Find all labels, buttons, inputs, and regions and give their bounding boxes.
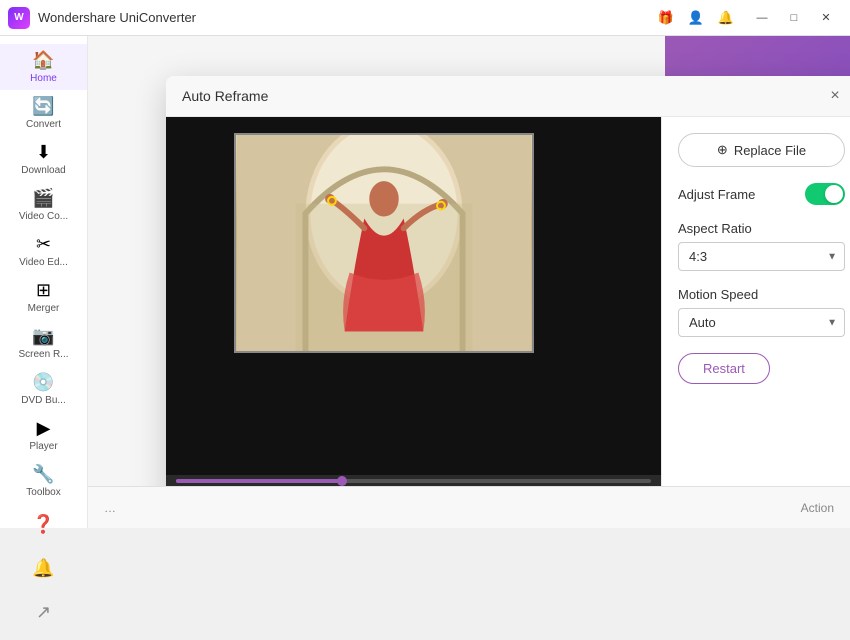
- bottom-action-area: …: [104, 501, 116, 515]
- content-area: n DVDs 💿 Open Open Export Open Auto Refr…: [88, 36, 850, 528]
- aspect-ratio-select[interactable]: 4:3 16:9 1:1 9:16 21:9: [678, 242, 845, 271]
- user-icon[interactable]: 👤: [686, 8, 706, 28]
- adjust-frame-toggle[interactable]: [805, 183, 845, 205]
- replace-file-icon: ⊕: [717, 142, 728, 158]
- replace-file-button[interactable]: ⊕ Replace File: [678, 133, 845, 167]
- close-button[interactable]: ✕: [810, 4, 842, 32]
- merger-icon: ⊞: [36, 280, 51, 301]
- toolbox-icon: 🔧: [32, 464, 54, 485]
- auto-reframe-dialog: Auto Reframe ×: [166, 76, 850, 516]
- progress-fill: [176, 479, 342, 483]
- arch-svg: [236, 135, 532, 351]
- dialog-title: Auto Reframe: [182, 88, 268, 104]
- minimize-button[interactable]: —: [746, 4, 778, 32]
- dvd-burn-icon: 💿: [32, 372, 54, 393]
- logo-char: W: [14, 12, 23, 23]
- motion-speed-row: Motion Speed Auto Slow Normal Fast ▼: [678, 287, 845, 337]
- convert-icon: 🔄: [32, 96, 54, 117]
- download-icon: ⬇: [36, 142, 51, 163]
- maximize-button[interactable]: □: [778, 4, 810, 32]
- sidebar-item-video-comp[interactable]: 🎬 Video Co...: [0, 182, 87, 228]
- titlebar-action-icons: 🎁 👤 🔔 — □ ✕: [656, 4, 842, 32]
- sidebar-item-convert[interactable]: 🔄 Convert: [0, 90, 87, 136]
- sidebar-item-label: Home: [4, 73, 84, 84]
- sidebar-item-label: Video Ed...: [4, 257, 84, 268]
- sidebar-item-dvd-burn[interactable]: 💿 DVD Bu...: [0, 366, 87, 412]
- bottom-right-actions: Action: [801, 501, 834, 515]
- notification-icon[interactable]: 🔔: [24, 548, 64, 588]
- motion-speed-select-wrap: Auto Slow Normal Fast ▼: [678, 308, 845, 337]
- sidebar-bottom: ❓ 🔔 ↗: [24, 504, 64, 640]
- aspect-ratio-row: Aspect Ratio 4:3 16:9 1:1 9:16 21:9 ▼: [678, 221, 845, 271]
- adjust-frame-toggle-row: Adjust Frame: [678, 183, 845, 205]
- video-frame: [234, 133, 534, 353]
- home-icon: 🏠: [32, 50, 54, 71]
- sidebar-item-label: DVD Bu...: [4, 395, 84, 406]
- dialog-titlebar: Auto Reframe ×: [166, 76, 850, 117]
- sidebar-item-label: Toolbox: [4, 487, 84, 498]
- bell-icon[interactable]: 🔔: [716, 8, 736, 28]
- gift-icon[interactable]: 🎁: [656, 8, 676, 28]
- share-icon[interactable]: ↗: [24, 592, 64, 632]
- bottom-label: …: [104, 501, 116, 515]
- app-logo: W: [8, 7, 30, 29]
- sidebar-item-label: Convert: [4, 119, 84, 130]
- video-comp-icon: 🎬: [32, 188, 54, 209]
- question-icon[interactable]: ❓: [24, 504, 64, 544]
- sidebar-item-home[interactable]: 🏠 Home: [0, 44, 87, 90]
- aspect-ratio-label: Aspect Ratio: [678, 221, 845, 236]
- screen-rec-icon: 📷: [32, 326, 54, 347]
- restart-button[interactable]: Restart: [678, 353, 770, 384]
- replace-file-label: Replace File: [734, 143, 806, 158]
- sidebar-item-label: Download: [4, 165, 84, 176]
- dialog-close-button[interactable]: ×: [825, 86, 845, 106]
- dialog-body: ↺ ↻ 🗑 ⏮ ⏭ ⏮ ⏸ ⏭ 00:03/00:28: [166, 117, 850, 515]
- main-layout: 🏠 Home 🔄 Convert ⬇ Download 🎬 Video Co..…: [0, 36, 850, 528]
- sidebar-item-download[interactable]: ⬇ Download: [0, 136, 87, 182]
- titlebar: W Wondershare UniConverter 🎁 👤 🔔 — □ ✕: [0, 0, 850, 36]
- adjust-frame-row: Adjust Frame: [678, 183, 845, 205]
- player-icon: ▶: [37, 418, 51, 439]
- aspect-ratio-select-wrap: 4:3 16:9 1:1 9:16 21:9 ▼: [678, 242, 845, 271]
- sidebar-item-label: Player: [4, 441, 84, 452]
- sidebar-item-video-edit[interactable]: ✂ Video Ed...: [0, 228, 87, 274]
- motion-speed-select[interactable]: Auto Slow Normal Fast: [678, 308, 845, 337]
- app-title: Wondershare UniConverter: [38, 10, 196, 25]
- action-label: Action: [801, 501, 834, 515]
- sidebar-item-label: Screen R...: [4, 349, 84, 360]
- sidebar: 🏠 Home 🔄 Convert ⬇ Download 🎬 Video Co..…: [0, 36, 88, 528]
- titlebar-left: W Wondershare UniConverter: [8, 7, 196, 29]
- motion-speed-label: Motion Speed: [678, 287, 845, 302]
- sidebar-item-toolbox[interactable]: 🔧 Toolbox: [0, 458, 87, 504]
- toggle-knob: [825, 185, 843, 203]
- sidebar-item-merger[interactable]: ⊞ Merger: [0, 274, 87, 320]
- sidebar-item-player[interactable]: ▶ Player: [0, 412, 87, 458]
- sidebar-item-label: Merger: [4, 303, 84, 314]
- progress-dot: [337, 476, 347, 486]
- video-edit-icon: ✂: [36, 234, 51, 255]
- video-preview: [166, 117, 661, 475]
- adjust-frame-label: Adjust Frame: [678, 187, 755, 202]
- sidebar-item-label: Video Co...: [4, 211, 84, 222]
- settings-panel: ⊕ Replace File Adjust Frame: [661, 117, 850, 515]
- window-controls: — □ ✕: [746, 4, 842, 32]
- bottom-bar: … Action: [88, 486, 850, 528]
- video-area: ↺ ↻ 🗑 ⏮ ⏭ ⏮ ⏸ ⏭ 00:03/00:28: [166, 117, 661, 515]
- progress-bar[interactable]: [176, 479, 651, 483]
- sidebar-item-screen-rec[interactable]: 📷 Screen R...: [0, 320, 87, 366]
